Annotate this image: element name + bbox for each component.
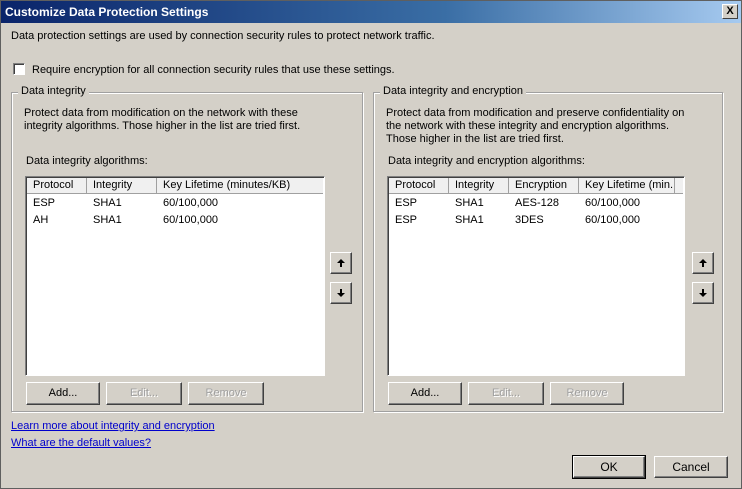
integrity-cell: SHA1 <box>455 197 484 209</box>
integrity-move-down-button[interactable] <box>330 282 352 304</box>
ok-button[interactable]: OK <box>572 455 646 479</box>
require-encryption-label[interactable]: Require encryption for all connection se… <box>32 64 395 76</box>
close-icon: X <box>726 5 734 17</box>
description-line: integrity algorithms. Those higher in th… <box>24 120 301 132</box>
data-integrity-legend: Data integrity <box>18 85 89 97</box>
encryption-cell: AES-128 <box>515 197 560 209</box>
encryption-remove-button[interactable]: Remove <box>550 382 624 405</box>
column-header-integrity[interactable]: Integrity <box>87 178 157 194</box>
key-lifetime-cell: 60/100,000 <box>585 214 641 226</box>
table-row[interactable]: ESP SHA1 3DES 60/100,000 <box>389 212 683 229</box>
encryption-move-up-button[interactable] <box>692 252 714 274</box>
arrow-up-icon <box>337 259 345 267</box>
integrity-list-label: Data integrity algorithms: <box>26 155 148 167</box>
integrity-cell: SHA1 <box>93 214 122 226</box>
description-line: Those higher in the list are tried first… <box>386 133 564 145</box>
intro-text: Data protection settings are used by con… <box>11 30 435 42</box>
column-header-integrity[interactable]: Integrity <box>449 178 509 194</box>
close-button[interactable]: X <box>722 4 738 19</box>
description-line: the network with these integrity and enc… <box>386 120 670 132</box>
column-header-protocol[interactable]: Protocol <box>27 178 87 194</box>
data-integrity-encryption-description: Protect data from modification and prese… <box>386 107 684 146</box>
key-lifetime-cell: 60/100,000 <box>585 197 641 209</box>
description-line: Protect data from modification and prese… <box>386 107 685 119</box>
customize-data-protection-dialog: Customize Data Protection Settings X Dat… <box>0 0 742 489</box>
integrity-algorithms-list[interactable]: Protocol Integrity Key Lifetime (minutes… <box>25 176 325 376</box>
protocol-cell: ESP <box>395 197 418 209</box>
encryption-add-button[interactable]: Add... <box>388 382 462 405</box>
arrow-down-icon <box>699 289 707 297</box>
integrity-cell: SHA1 <box>455 214 484 226</box>
arrow-down-icon <box>337 289 345 297</box>
list-header: Protocol Integrity Key Lifetime (minutes… <box>27 178 323 194</box>
learn-more-link[interactable]: Learn more about integrity and encryptio… <box>11 420 215 432</box>
data-integrity-description: Protect data from modification on the ne… <box>24 107 300 133</box>
encryption-cell: 3DES <box>515 214 544 226</box>
protocol-cell: AH <box>33 214 49 226</box>
integrity-move-up-button[interactable] <box>330 252 352 274</box>
integrity-edit-button[interactable]: Edit... <box>106 382 182 405</box>
column-header-protocol[interactable]: Protocol <box>389 178 449 194</box>
column-header-key-lifetime[interactable]: Key Lifetime (min... <box>579 178 675 194</box>
key-lifetime-cell: 60/100,000 <box>163 214 219 226</box>
table-row[interactable]: ESP SHA1 60/100,000 <box>27 195 323 212</box>
table-row[interactable]: ESP SHA1 AES-128 60/100,000 <box>389 195 683 212</box>
data-integrity-encryption-legend: Data integrity and encryption <box>380 85 527 97</box>
data-integrity-encryption-group: Data integrity and encryption Protect da… <box>373 85 723 412</box>
integrity-remove-button[interactable]: Remove <box>188 382 264 405</box>
cancel-button[interactable]: Cancel <box>654 456 728 478</box>
protocol-cell: ESP <box>395 214 418 226</box>
integrity-add-button[interactable]: Add... <box>26 382 100 405</box>
column-header-key-lifetime[interactable]: Key Lifetime (minutes/KB) <box>157 178 324 194</box>
encryption-edit-button[interactable]: Edit... <box>468 382 544 405</box>
require-encryption-checkbox[interactable] <box>13 63 25 75</box>
list-header: Protocol Integrity Encryption Key Lifeti… <box>389 178 683 194</box>
window-title: Customize Data Protection Settings <box>5 5 209 19</box>
column-header-encryption[interactable]: Encryption <box>509 178 579 194</box>
protocol-cell: ESP <box>33 197 56 209</box>
arrow-up-icon <box>699 259 707 267</box>
description-line: Protect data from modification on the ne… <box>24 107 298 119</box>
encryption-list-label: Data integrity and encryption algorithms… <box>388 155 585 167</box>
encryption-algorithms-list[interactable]: Protocol Integrity Encryption Key Lifeti… <box>387 176 685 376</box>
encryption-move-down-button[interactable] <box>692 282 714 304</box>
key-lifetime-cell: 60/100,000 <box>163 197 219 209</box>
table-row[interactable]: AH SHA1 60/100,000 <box>27 212 323 229</box>
integrity-cell: SHA1 <box>93 197 122 209</box>
data-integrity-group: Data integrity Protect data from modific… <box>11 85 363 412</box>
title-bar: Customize Data Protection Settings X <box>1 1 741 23</box>
default-values-link[interactable]: What are the default values? <box>11 437 151 449</box>
